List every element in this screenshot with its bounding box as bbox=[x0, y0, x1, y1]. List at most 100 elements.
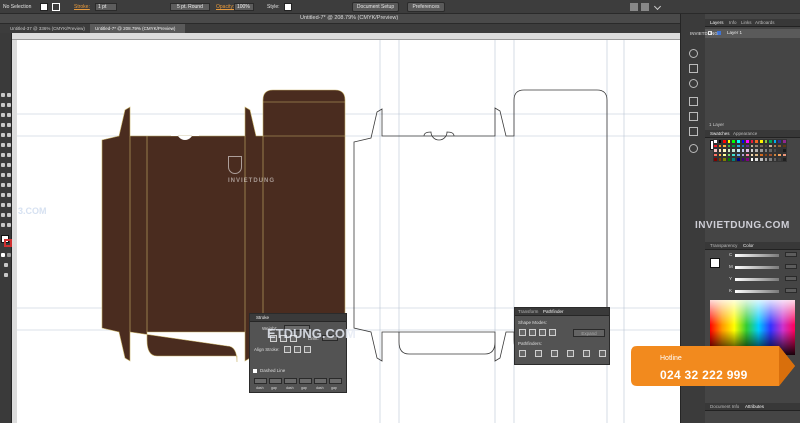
minus-front-icon[interactable] bbox=[529, 329, 536, 336]
layer-name[interactable]: Layer 1 bbox=[727, 30, 742, 35]
gap-field-1[interactable] bbox=[269, 378, 282, 384]
color-mode-icon[interactable] bbox=[1, 253, 5, 257]
graphic-styles-icon[interactable] bbox=[689, 97, 698, 106]
slider-yellow[interactable]: Y bbox=[713, 276, 799, 282]
tab-attributes[interactable]: Attributes bbox=[745, 404, 764, 409]
tab-swatches[interactable]: Swatches bbox=[710, 131, 730, 136]
black-track[interactable] bbox=[735, 290, 779, 293]
direct-selection-tool-icon[interactable] bbox=[7, 93, 11, 97]
preferences-button[interactable]: Preferences bbox=[407, 2, 445, 12]
artboard-canvas[interactable] bbox=[17, 40, 705, 423]
divide-icon[interactable] bbox=[519, 350, 526, 357]
yellow-track[interactable] bbox=[735, 278, 779, 281]
transform-icon[interactable] bbox=[641, 3, 649, 11]
trim-icon[interactable] bbox=[535, 350, 542, 357]
tab-transform[interactable]: Transform bbox=[518, 309, 538, 314]
pencil-tool-icon[interactable] bbox=[7, 133, 11, 137]
width-tool-icon[interactable] bbox=[1, 163, 5, 167]
hotline-banner[interactable] bbox=[629, 340, 800, 392]
opacity-field[interactable]: 100% bbox=[234, 3, 254, 11]
settings-icon[interactable] bbox=[689, 144, 698, 153]
tab-info[interactable]: Info bbox=[729, 20, 737, 25]
slider-black[interactable]: K bbox=[713, 288, 799, 294]
eyedropper-tool-icon[interactable] bbox=[1, 193, 5, 197]
align-icon[interactable] bbox=[630, 3, 638, 11]
stroke-label[interactable]: Stroke: bbox=[74, 4, 90, 10]
scale-tool-icon[interactable] bbox=[7, 153, 11, 157]
brushes-icon[interactable] bbox=[689, 64, 698, 73]
tab-color[interactable]: Color bbox=[743, 243, 754, 248]
stroke-color-box[interactable] bbox=[4, 239, 12, 247]
pen-tool-icon[interactable] bbox=[1, 113, 5, 117]
stroke-panel-header[interactable]: Stroke bbox=[250, 314, 346, 322]
gap-field-3[interactable] bbox=[329, 378, 342, 384]
symbol-sprayer-tool-icon[interactable] bbox=[1, 203, 5, 207]
align-center-icon[interactable] bbox=[284, 346, 291, 353]
layer-row[interactable]: Layer 1 bbox=[705, 29, 800, 38]
cyan-field[interactable] bbox=[785, 252, 797, 257]
color-guide-icon[interactable] bbox=[689, 49, 698, 58]
tab-layers[interactable]: Layers bbox=[710, 20, 724, 25]
rotate-tool-icon[interactable] bbox=[1, 153, 5, 157]
actions-icon[interactable] bbox=[689, 127, 698, 136]
column-graph-tool-icon[interactable] bbox=[7, 203, 11, 207]
image-trace-icon[interactable] bbox=[689, 112, 698, 121]
stroke-weight-field[interactable]: 1 pt bbox=[95, 3, 117, 11]
slider-cyan[interactable]: C bbox=[713, 252, 799, 258]
opacity-label[interactable]: Opacity: bbox=[216, 4, 234, 10]
shape-builder-tool-icon[interactable] bbox=[1, 173, 5, 177]
selection-tool-icon[interactable] bbox=[1, 93, 5, 97]
tab-appearance[interactable]: Appearance bbox=[733, 131, 757, 136]
merge-icon[interactable] bbox=[551, 350, 558, 357]
slice-tool-icon[interactable] bbox=[7, 213, 11, 217]
tab-pathfinder[interactable]: Pathfinder bbox=[543, 309, 564, 314]
screen-mode-icon[interactable] bbox=[4, 273, 8, 277]
zoom-tool-icon[interactable] bbox=[7, 223, 11, 227]
document-setup-button[interactable]: Document Setup bbox=[352, 2, 399, 12]
minus-back-icon[interactable] bbox=[599, 350, 606, 357]
artboard-tool-icon[interactable] bbox=[1, 213, 5, 217]
eraser-tool-icon[interactable] bbox=[7, 143, 11, 147]
hotline-number[interactable]: 024 32 222 999 bbox=[660, 368, 748, 382]
swatch[interactable] bbox=[781, 157, 787, 162]
unite-icon[interactable] bbox=[519, 329, 526, 336]
tab-untitled-37[interactable]: Untitled-37 @ 336% (CMYK/Preview) bbox=[5, 24, 87, 33]
blend-tool-icon[interactable] bbox=[7, 193, 11, 197]
chevron-down-icon[interactable] bbox=[653, 2, 662, 11]
yellow-field[interactable] bbox=[785, 276, 797, 281]
crop-icon[interactable] bbox=[567, 350, 574, 357]
style-swatch[interactable] bbox=[284, 3, 292, 11]
black-field[interactable] bbox=[785, 288, 797, 293]
draw-mode-icon[interactable] bbox=[4, 263, 8, 267]
symbols-icon[interactable] bbox=[689, 79, 698, 88]
horizontal-ruler[interactable] bbox=[12, 33, 705, 40]
expand-button[interactable]: Expand bbox=[573, 329, 605, 337]
cyan-track[interactable] bbox=[735, 254, 779, 257]
lasso-tool-icon[interactable] bbox=[7, 103, 11, 107]
brush-definition-select[interactable]: 5 pt. Round bbox=[170, 3, 210, 11]
perspective-grid-tool-icon[interactable] bbox=[7, 173, 11, 177]
hand-tool-icon[interactable] bbox=[1, 223, 5, 227]
tab-artboards[interactable]: Artboards bbox=[755, 20, 775, 25]
magenta-track[interactable] bbox=[735, 266, 779, 269]
stroke-panel-title[interactable]: Stroke bbox=[256, 315, 269, 320]
fill-swatch[interactable] bbox=[40, 3, 48, 11]
magenta-field[interactable] bbox=[785, 264, 797, 269]
dash-field-3[interactable] bbox=[314, 378, 327, 384]
blob-brush-tool-icon[interactable] bbox=[1, 143, 5, 147]
dash-field-1[interactable] bbox=[254, 378, 267, 384]
outline-icon[interactable] bbox=[583, 350, 590, 357]
tab-transparency[interactable]: Transparency bbox=[710, 243, 737, 248]
magic-wand-tool-icon[interactable] bbox=[1, 103, 5, 107]
gap-field-2[interactable] bbox=[299, 378, 312, 384]
tab-document-info[interactable]: Document Info bbox=[710, 404, 739, 409]
tab-links[interactable]: Links bbox=[741, 20, 752, 25]
dash-field-2[interactable] bbox=[284, 378, 297, 384]
exclude-icon[interactable] bbox=[549, 329, 556, 336]
stroke-swatch[interactable] bbox=[52, 3, 60, 11]
none-mode-icon[interactable] bbox=[7, 253, 11, 257]
type-tool-icon[interactable] bbox=[7, 113, 11, 117]
align-inside-icon[interactable] bbox=[294, 346, 301, 353]
gradient-tool-icon[interactable] bbox=[7, 183, 11, 187]
free-transform-tool-icon[interactable] bbox=[7, 163, 11, 167]
